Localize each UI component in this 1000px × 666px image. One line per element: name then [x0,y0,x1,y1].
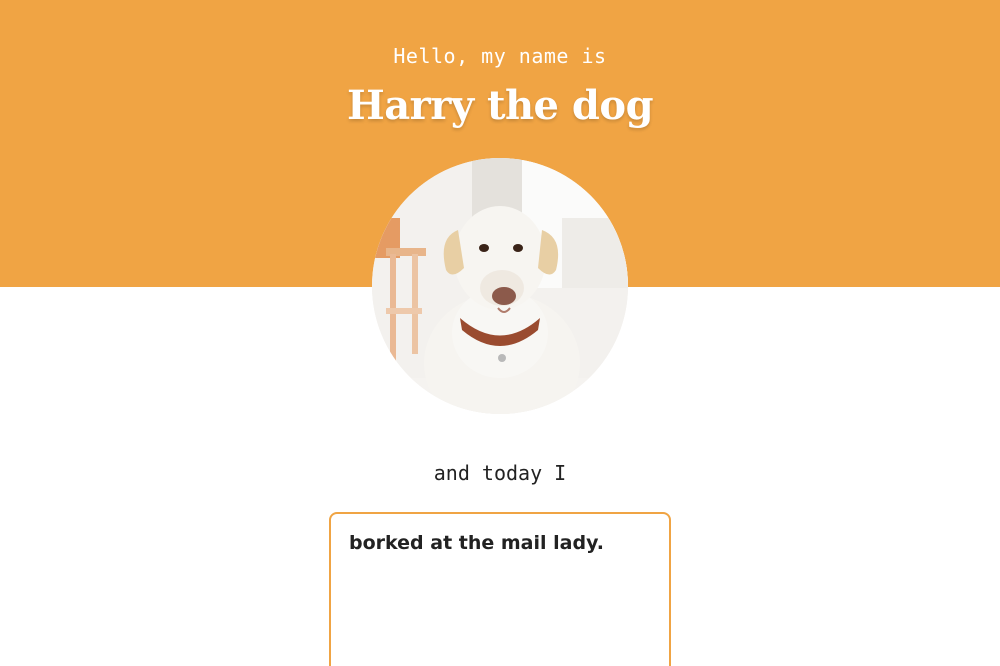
avatar [372,158,628,414]
journal-entry-input[interactable]: borked at the mail lady. [329,512,671,666]
pet-name-title: Harry the dog [346,82,654,129]
page: Hello, my name is Harry the dog and toda… [0,0,1000,666]
dog-photo-icon [372,158,628,414]
greeting-text: Hello, my name is [393,44,607,68]
journal-prompt: and today I [433,461,567,485]
